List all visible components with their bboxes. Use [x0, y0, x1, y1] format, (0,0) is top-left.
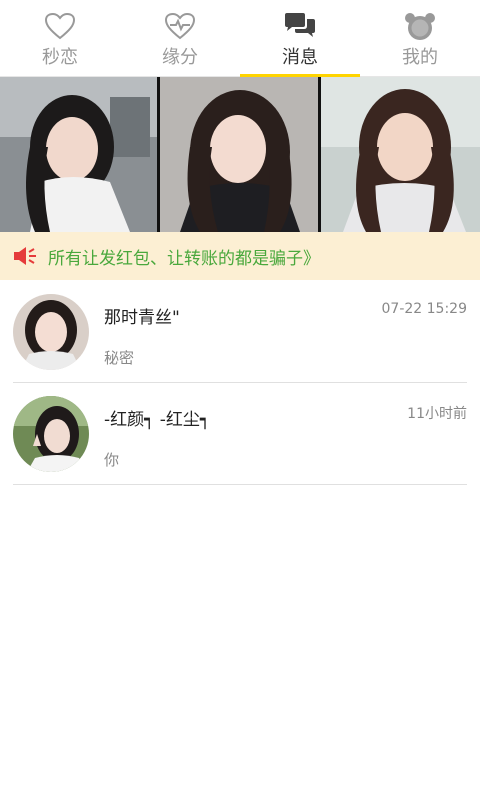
tab-yuanfen[interactable]: 缘分: [120, 0, 240, 76]
tab-xiaoxi[interactable]: 消息: [240, 0, 360, 77]
tab-label: 缘分: [162, 47, 198, 68]
list-item[interactable]: -红颜┑ -红尘┑ 11小时前 你: [13, 383, 467, 485]
tab-miaolian[interactable]: 秒恋: [0, 0, 120, 76]
message-list: 那时青丝" 07-22 15:29 秘密 -红颜┑ -红尘┑ 11小时前 你: [0, 281, 480, 485]
fraud-warning-banner[interactable]: 所有让发红包、让转账的都是骗子》: [0, 232, 480, 280]
contact-name: -红颜┑ -红尘┑: [104, 410, 211, 430]
fraud-warning-text: 所有让发红包、让转账的都是骗子》: [48, 248, 320, 269]
megaphone-icon: [12, 245, 38, 267]
message-preview: 你: [104, 451, 120, 469]
top-tab-bar: 秒恋 缘分 消息 我的: [0, 0, 480, 77]
featured-photo[interactable]: [160, 77, 318, 232]
avatar[interactable]: [13, 396, 89, 472]
featured-photo-strip: [0, 77, 480, 232]
heart-pulse-icon: [163, 12, 197, 40]
featured-photo[interactable]: [320, 77, 480, 232]
contact-name: 那时青丝": [104, 308, 180, 328]
avatar[interactable]: [13, 294, 89, 370]
bear-face-icon: [403, 12, 437, 40]
tab-wode[interactable]: 我的: [360, 0, 480, 76]
tab-label: 我的: [402, 47, 438, 68]
tab-label: 消息: [282, 47, 318, 68]
featured-photo[interactable]: [0, 77, 158, 232]
message-preview: 秘密: [104, 349, 135, 367]
list-item[interactable]: 那时青丝" 07-22 15:29 秘密: [13, 281, 467, 383]
message-time: 07-22 15:29: [381, 301, 467, 317]
message-time: 11小时前: [407, 406, 467, 422]
tab-label: 秒恋: [42, 47, 78, 68]
heart-outline-icon: [43, 12, 77, 40]
chat-bubbles-icon: [283, 12, 317, 40]
